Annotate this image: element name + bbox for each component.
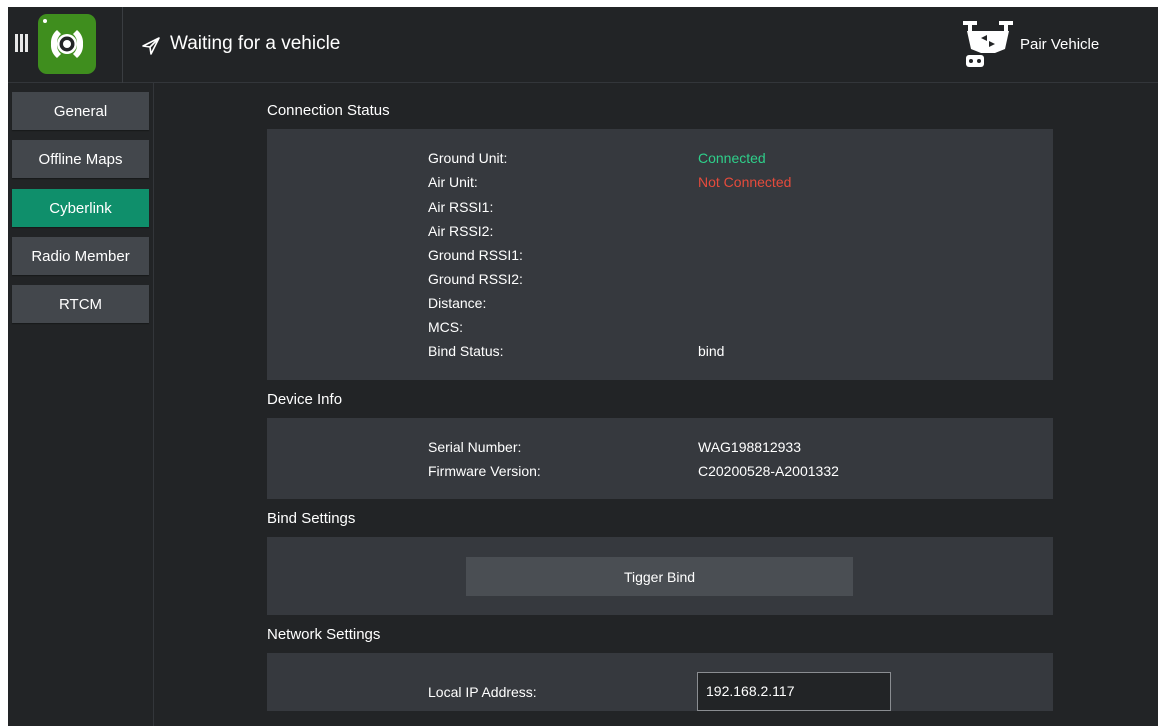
- sidebar-item-rtcm[interactable]: RTCM: [12, 285, 149, 323]
- vehicle-status-text: Waiting for a vehicle: [170, 33, 341, 54]
- app-logo-icon[interactable]: [38, 14, 96, 74]
- ground-rssi1-label: Ground RSSI1:: [428, 247, 523, 263]
- device-info-title: Device Info: [267, 391, 343, 408]
- sidebar-item-cyberlink[interactable]: Cyberlink: [12, 189, 149, 227]
- air-unit-label: Air Unit:: [428, 174, 478, 190]
- toolbar: Waiting for a vehicle Pair Vehicle: [8, 7, 1158, 83]
- connection-status-panel: [267, 129, 1053, 380]
- local-ip-input[interactable]: 192.168.2.117: [697, 672, 891, 711]
- distance-label: Distance:: [428, 295, 487, 311]
- bind-status-label: Bind Status:: [428, 343, 504, 359]
- trigger-bind-button[interactable]: Tigger Bind: [466, 557, 853, 596]
- drone-controller-icon[interactable]: [961, 19, 1015, 71]
- toolbar-divider: [122, 7, 123, 83]
- ground-unit-label: Ground Unit:: [428, 150, 508, 166]
- air-rssi1-label: Air RSSI1:: [428, 199, 494, 215]
- menu-bars-icon[interactable]: [15, 34, 28, 52]
- air-rssi2-label: Air RSSI2:: [428, 223, 494, 239]
- settings-sidebar: General Offline Maps Cyberlink Radio Mem…: [8, 83, 154, 726]
- serial-number-value: WAG198812933: [698, 439, 801, 455]
- local-ip-label: Local IP Address:: [428, 684, 537, 700]
- bind-status-value: bind: [698, 343, 725, 359]
- bind-settings-title: Bind Settings: [267, 510, 356, 527]
- device-info-panel: [267, 418, 1053, 499]
- sidebar-item-general[interactable]: General: [12, 92, 149, 130]
- connection-status-title: Connection Status: [267, 102, 390, 119]
- ground-unit-value: Connected: [698, 150, 766, 166]
- firmware-version-label: Firmware Version:: [428, 463, 541, 479]
- paper-plane-icon: [141, 36, 161, 56]
- network-settings-title: Network Settings: [267, 626, 381, 643]
- ground-rssi2-label: Ground RSSI2:: [428, 271, 523, 287]
- app-window: Waiting for a vehicle Pair Vehicle Gener…: [8, 7, 1158, 726]
- firmware-version-value: C20200528-A2001332: [698, 463, 839, 479]
- network-settings-panel: [267, 653, 1053, 711]
- serial-number-label: Serial Number:: [428, 439, 522, 455]
- sidebar-item-offline-maps[interactable]: Offline Maps: [12, 140, 149, 178]
- pair-vehicle-label[interactable]: Pair Vehicle: [1020, 36, 1099, 53]
- sidebar-item-radio-member[interactable]: Radio Member: [12, 237, 149, 275]
- mcs-label: MCS:: [428, 319, 463, 335]
- air-unit-value: Not Connected: [698, 174, 792, 190]
